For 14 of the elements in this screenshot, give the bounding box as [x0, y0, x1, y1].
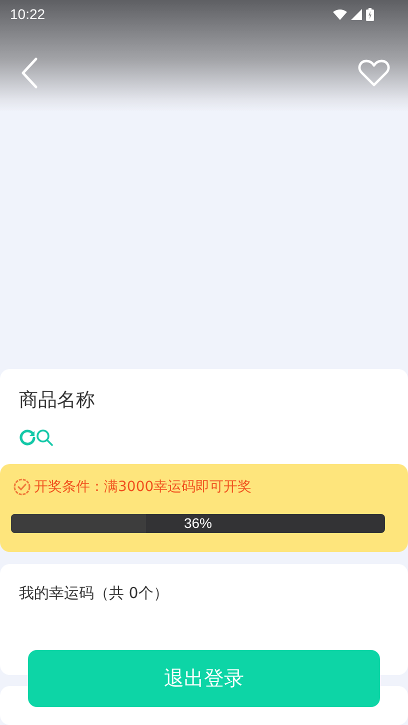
refresh-icon[interactable]	[19, 429, 36, 446]
signal-icon	[351, 8, 362, 20]
lucky-codes-title: 我的幸运码（共 0个）	[19, 584, 168, 603]
wifi-icon	[333, 8, 347, 20]
draw-condition-text: 开奖条件：满3000幸运码即可开奖	[34, 478, 252, 496]
heart-icon[interactable]	[358, 59, 390, 87]
logout-button[interactable]: 退出登录	[28, 650, 380, 707]
progress-reading: 36%	[184, 515, 212, 532]
status-time: 10:22	[10, 6, 46, 22]
back-icon[interactable]	[20, 57, 38, 89]
product-name: 商品名称	[19, 388, 95, 413]
search-icon[interactable]	[36, 429, 53, 446]
battery-icon	[366, 8, 374, 20]
check-badge-icon	[13, 478, 31, 496]
